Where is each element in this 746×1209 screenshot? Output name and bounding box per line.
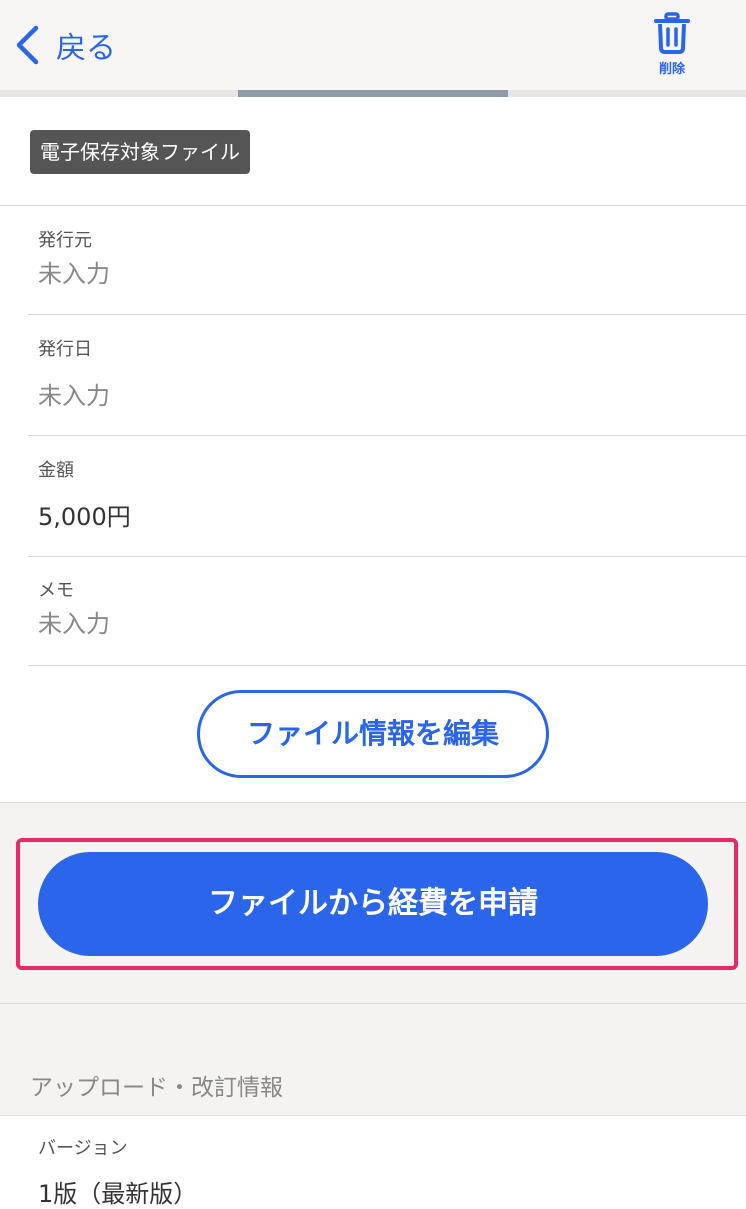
upload-revision-section-title: アップロード・改訂情報 <box>30 1075 283 1101</box>
issue-date-value: 未入力 <box>38 382 110 410</box>
issuer-label: 発行元 <box>38 230 92 251</box>
divider <box>28 435 746 436</box>
back-label: 戻る <box>56 31 116 66</box>
memo-value: 未入力 <box>38 610 110 638</box>
edit-file-info-button[interactable]: ファイル情報を編集 <box>197 690 549 778</box>
divider <box>28 665 746 666</box>
file-preview-strip[interactable] <box>0 90 746 97</box>
back-button[interactable]: 戻る <box>14 22 116 68</box>
trash-icon <box>640 12 704 54</box>
version-card: バージョン 1版（最新版） <box>0 1115 746 1208</box>
divider <box>0 205 746 206</box>
issue-date-label: 発行日 <box>38 339 92 360</box>
navigation-bar: 戻る 削除 <box>0 0 746 91</box>
memo-label: メモ <box>38 580 74 601</box>
divider <box>28 314 746 315</box>
issuer-value: 未入力 <box>38 260 110 288</box>
delete-label: 削除 <box>658 62 685 77</box>
amount-label: 金額 <box>38 460 74 481</box>
version-label: バージョン <box>38 1138 128 1159</box>
electronic-storage-tag: 電子保存対象ファイル <box>30 130 250 174</box>
section-divider <box>0 1003 746 1004</box>
amount-value: 5,000円 <box>38 503 131 531</box>
chevron-left-icon <box>14 25 40 65</box>
divider <box>28 556 746 557</box>
apply-expense-button[interactable]: ファイルから経費を申請 <box>38 852 708 956</box>
delete-button[interactable]: 削除 <box>640 12 704 80</box>
file-preview-image[interactable] <box>238 90 508 97</box>
